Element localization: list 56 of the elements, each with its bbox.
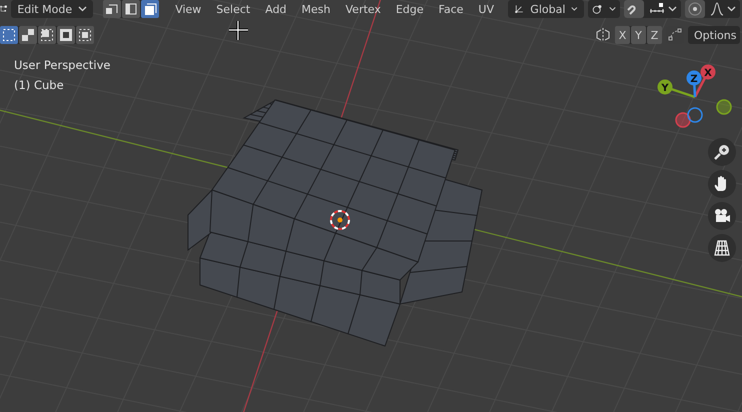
snap-toggle[interactable] xyxy=(624,0,644,18)
camera-button[interactable] xyxy=(708,202,736,230)
link-icon xyxy=(592,2,603,16)
viewport-info-text: (1) Cube xyxy=(14,77,64,94)
subtract-select-icon xyxy=(39,27,55,43)
box-select-button[interactable] xyxy=(0,26,18,44)
perspective-grid-icon xyxy=(713,239,731,257)
mode-dropdown[interactable]: Edit Mode xyxy=(11,0,94,18)
edge-select-button[interactable] xyxy=(122,0,140,18)
crosshair-cursor-icon xyxy=(229,21,248,40)
menu-item[interactable]: UV xyxy=(472,0,500,18)
face-select-button[interactable] xyxy=(141,0,160,18)
intersect-select-button[interactable] xyxy=(76,26,94,44)
menu-item[interactable]: Edge xyxy=(390,0,430,18)
extend-select-button[interactable] xyxy=(19,26,37,44)
negative-axis-handle[interactable] xyxy=(716,99,732,115)
falloff-curve-icon xyxy=(710,2,724,16)
chevron-icon xyxy=(727,6,736,12)
camera-icon xyxy=(713,207,731,225)
options-dropdown[interactable]: Options xyxy=(688,26,740,44)
3d-cursor-icon xyxy=(330,210,350,230)
auto-merge-icon xyxy=(668,28,682,42)
box-select-icon xyxy=(1,27,17,43)
intersect-select-icon xyxy=(77,27,93,43)
menu-item[interactable]: View xyxy=(169,0,208,18)
zoom-icon xyxy=(713,143,731,161)
hand-button[interactable] xyxy=(708,170,736,198)
menu-item[interactable]: Mesh xyxy=(296,0,336,18)
chevron-icon xyxy=(571,6,578,12)
mirror-axis-toggle[interactable]: Y xyxy=(631,26,646,44)
proportional-editing-toggle[interactable] xyxy=(685,0,705,18)
mirror-icon xyxy=(595,27,611,43)
chevron-icon xyxy=(668,6,677,12)
chevron-icon xyxy=(78,6,88,12)
negative-axis-handle[interactable] xyxy=(675,112,691,128)
viewport-info-text: User Perspective xyxy=(14,57,110,74)
chevron-icon xyxy=(608,6,616,12)
invert-select-icon xyxy=(58,27,74,43)
increment-icon xyxy=(649,2,665,16)
orientation-dropdown[interactable]: Global xyxy=(508,0,584,18)
menu-item[interactable]: Face xyxy=(432,0,470,18)
negative-axis-handle[interactable] xyxy=(687,107,703,123)
zoom-button[interactable] xyxy=(708,138,736,166)
face-select-icon xyxy=(142,1,158,17)
proportional-icon xyxy=(688,2,702,16)
mirror-axis-toggle[interactable]: Z xyxy=(647,26,662,44)
pivot-dropdown[interactable] xyxy=(588,0,620,18)
edge-select-icon xyxy=(123,1,140,17)
invert-select-button[interactable] xyxy=(57,26,75,44)
menu-item[interactable]: Add xyxy=(259,0,293,18)
subtract-select-button[interactable] xyxy=(38,26,56,44)
mirror-axis-toggle[interactable]: X xyxy=(615,26,630,44)
perspective-grid-button[interactable] xyxy=(708,234,736,262)
menu-item[interactable]: Select xyxy=(210,0,256,18)
vertex-select-button[interactable] xyxy=(103,0,122,18)
extend-select-icon xyxy=(20,27,36,43)
